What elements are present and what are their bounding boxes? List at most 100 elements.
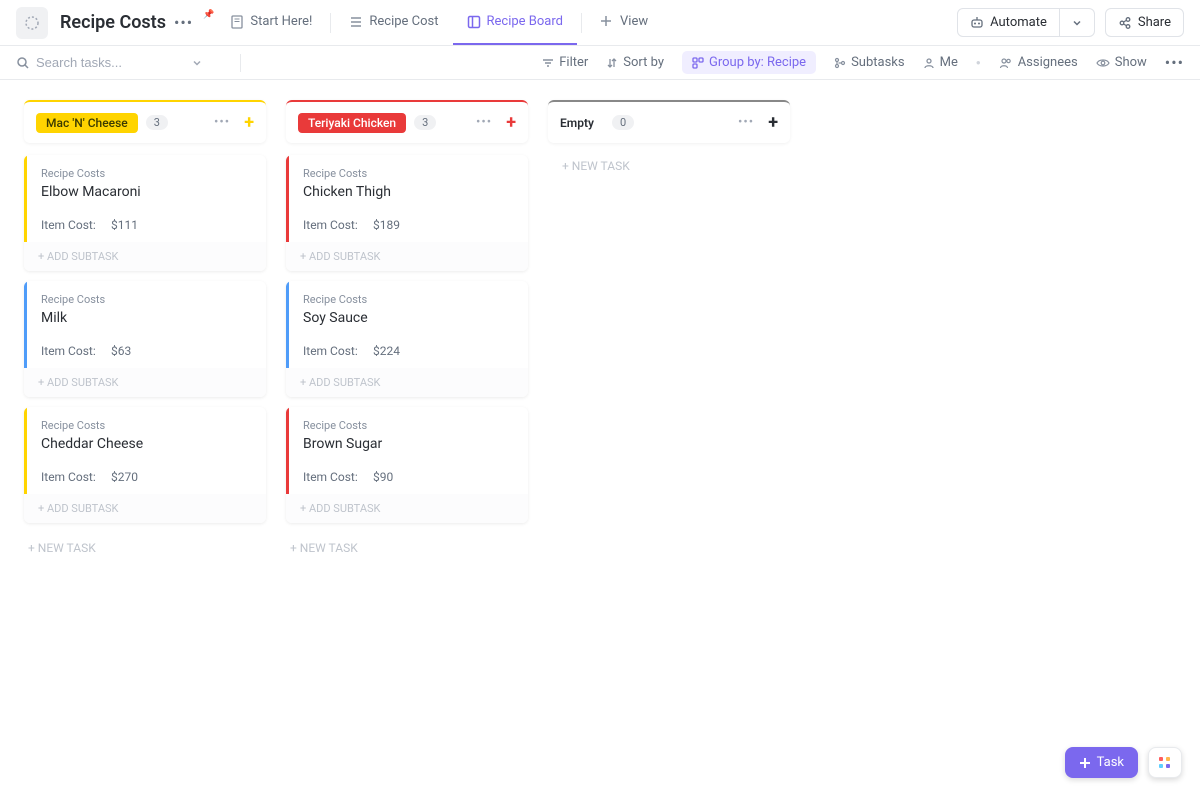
page-title-more[interactable]: ••• [174,13,193,32]
new-task-fab[interactable]: Task [1065,747,1138,778]
card-list-name: Recipe Costs [41,419,252,432]
column-header: Empty 0 ••• + [548,100,790,143]
toolbar-more[interactable]: ••• [1165,53,1184,72]
subtasks-button[interactable]: Subtasks [834,55,905,70]
column-header: Mac 'N' Cheese 3 ••• + [24,100,266,143]
board-column: Mac 'N' Cheese 3 ••• + Recipe Costs Elbow Mac… [24,100,266,563]
new-task-button[interactable]: + NEW TASK [286,533,528,563]
show-button[interactable]: Show [1096,55,1147,70]
me-label: Me [940,55,958,70]
me-button[interactable]: Me [923,55,958,70]
column-add[interactable]: + [768,112,778,133]
column-pill[interactable]: Teriyaki Chicken [298,113,406,133]
plus-icon [600,15,614,29]
list-icon [349,15,363,29]
subtasks-icon [834,57,846,69]
task-card[interactable]: Recipe CostsBrown SugarItem Cost:$90+ AD… [286,407,528,523]
add-subtask-button[interactable]: + ADD SUBTASK [24,494,266,523]
automate-dropdown[interactable] [1060,8,1095,37]
column-count: 0 [612,115,634,130]
task-card[interactable]: Recipe Costs Elbow Macaroni Item Cost:$111… [24,155,266,271]
card-field: Item Cost:$90 [303,470,514,484]
card-title: Soy Sauce [303,310,514,326]
search-wrap [16,55,226,70]
card-list-name: Recipe Costs [41,293,252,306]
new-task-button[interactable]: + NEW TASK [24,533,266,563]
column-count: 3 [414,115,436,130]
doc-icon [230,15,244,29]
card-list-name: Recipe Costs [41,167,252,180]
topbar-actions: Automate Share [957,8,1184,37]
tab-label: View [620,14,648,29]
tab-label: Recipe Board [487,14,564,29]
filter-icon [542,57,554,69]
add-subtask-button[interactable]: + ADD SUBTASK [24,368,266,397]
view-tabs: 📌 Start Here! Recipe Cost Recipe Board V… [205,0,662,45]
apps-icon [1159,757,1171,769]
automate-group: Automate [957,8,1095,37]
board: Mac 'N' Cheese 3 ••• + Recipe Costs Elbow Mac… [0,80,1200,583]
filter-button[interactable]: Filter [542,55,588,70]
task-card[interactable]: Recipe CostsSoy SauceItem Cost:$224+ ADD… [286,281,528,397]
add-subtask-button[interactable]: + ADD SUBTASK [286,494,528,523]
pin-icon: 📌 [203,10,214,20]
tab-start-here[interactable]: Start Here! [216,0,326,45]
page-title: Recipe Costs [60,12,166,33]
users-icon [999,57,1013,69]
chevron-down-icon[interactable] [192,58,202,68]
share-button[interactable]: Share [1105,8,1184,37]
add-subtask-button[interactable]: + ADD SUBTASK [24,242,266,271]
separator-dot: ● [976,58,981,67]
card-list-name: Recipe Costs [303,419,514,432]
board-column: Empty 0 ••• + + NEW TASK [548,100,790,177]
fab-label: Task [1097,755,1124,770]
toolbar-right: Filter Sort by Group by: Recipe Subtasks… [542,51,1184,74]
task-card[interactable]: Recipe CostsChicken ThighItem Cost:$189+… [286,155,528,271]
automate-label: Automate [990,15,1047,30]
share-label: Share [1138,15,1171,30]
card-title: Elbow Macaroni [41,184,252,200]
subtasks-label: Subtasks [851,55,905,70]
search-icon [16,56,30,70]
search-input[interactable] [36,55,186,70]
column-more[interactable]: ••• [214,115,230,130]
group-button[interactable]: Group by: Recipe [682,51,816,74]
add-subtask-button[interactable]: + ADD SUBTASK [286,368,528,397]
card-title: Chicken Thigh [303,184,514,200]
new-task-button[interactable]: + NEW TASK [548,155,790,177]
task-card[interactable]: Recipe CostsCheddar CheeseItem Cost:$270… [24,407,266,523]
task-card[interactable]: Recipe CostsMilkItem Cost:$63+ ADD SUBTA… [24,281,266,397]
column-count: 3 [146,115,168,130]
column-header: Teriyaki Chicken 3 ••• + [286,100,528,143]
tab-recipe-board[interactable]: Recipe Board [453,0,578,45]
automate-button[interactable]: Automate [957,8,1060,37]
card-field: Item Cost:$270 [41,470,252,484]
toolbar: Filter Sort by Group by: Recipe Subtasks… [0,46,1200,80]
apps-fab[interactable] [1148,747,1182,778]
column-more[interactable]: ••• [738,115,754,130]
tab-label: Start Here! [250,14,312,29]
filter-label: Filter [559,55,588,70]
list-icon[interactable] [16,7,48,39]
sort-button[interactable]: Sort by [606,55,664,70]
card-title: Milk [41,310,252,326]
board-column: Teriyaki Chicken 3 ••• + Recipe Costs Chicken… [286,100,528,563]
assignees-button[interactable]: Assignees [999,55,1078,70]
separator [330,13,331,33]
card-list-name: Recipe Costs [303,167,514,180]
column-more[interactable]: ••• [476,115,492,130]
assignees-label: Assignees [1018,55,1078,70]
group-icon [692,57,704,69]
chevron-down-icon [1072,18,1082,28]
column-add[interactable]: + [244,112,254,133]
column-add[interactable]: + [506,112,516,133]
add-view-button[interactable]: View [586,0,662,45]
column-pill[interactable]: Empty [560,113,604,133]
eye-icon [1096,57,1110,69]
tab-recipe-cost[interactable]: Recipe Cost [335,0,452,45]
card-field: Item Cost:$111 [41,218,252,232]
column-pill[interactable]: Mac 'N' Cheese [36,113,138,133]
fab-row: Task [1065,747,1182,778]
group-label: Group by: Recipe [709,55,806,70]
add-subtask-button[interactable]: + ADD SUBTASK [286,242,528,271]
